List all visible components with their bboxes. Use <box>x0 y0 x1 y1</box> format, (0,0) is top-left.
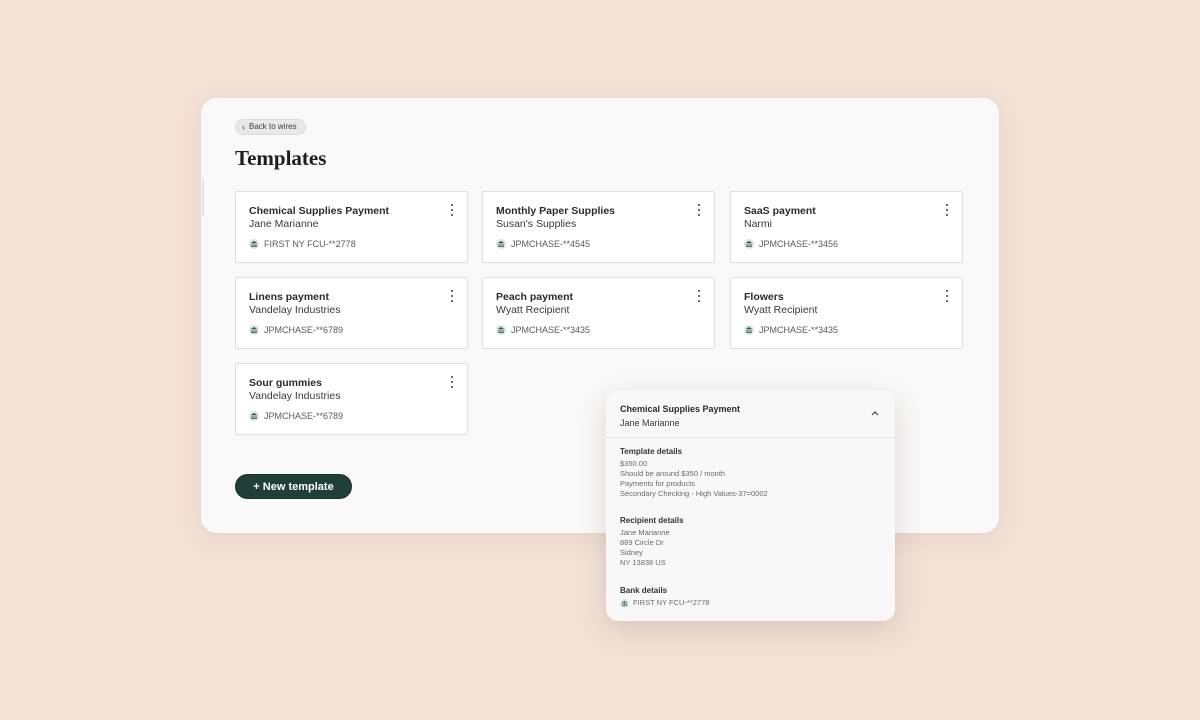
kebab-menu-icon[interactable] <box>944 290 950 302</box>
template-recipient: Wyatt Recipient <box>496 304 570 316</box>
bank-label: JPMCHASE-**3456 <box>759 239 839 249</box>
template-bank: JPMCHASE-**3435 <box>744 325 838 335</box>
template-recipient: Jane Marianne <box>249 218 319 230</box>
bank-icon <box>496 239 506 249</box>
template-card[interactable]: Flowers Wyatt Recipient JPMCHASE-**3435 <box>730 277 963 349</box>
bank-icon <box>249 325 259 335</box>
back-button-label: Back to wires <box>249 122 297 131</box>
template-card[interactable]: SaaS payment Narmi JPMCHASE-**3456 <box>730 191 963 263</box>
chevron-up-icon[interactable] <box>871 408 879 418</box>
new-template-button[interactable]: + New template <box>235 474 352 499</box>
template-title: Chemical Supplies Payment <box>249 205 390 217</box>
template-card[interactable]: Chemical Supplies Payment Jane Marianne … <box>235 191 468 263</box>
template-recipient: Vandelay Industries <box>249 390 341 402</box>
template-title: Peach payment <box>496 291 574 303</box>
template-recipient: Vandelay Industries <box>249 304 341 316</box>
template-account: Secondary Checking - High Values-37=0002 <box>620 489 768 498</box>
template-note: Should be around $350 / month <box>620 469 726 478</box>
page-title: Templates <box>235 146 327 170</box>
kebab-menu-icon[interactable] <box>944 204 950 216</box>
chevron-left-icon: ‹ <box>242 122 245 132</box>
recipient-city: Sidney <box>620 548 643 557</box>
template-card[interactable]: Monthly Paper Supplies Susan's Supplies … <box>482 191 715 263</box>
template-title: Monthly Paper Supplies <box>496 205 616 217</box>
bank-icon <box>496 325 506 335</box>
template-card[interactable]: Peach payment Wyatt Recipient JPMCHASE-*… <box>482 277 715 349</box>
template-memo: Payments for products <box>620 479 696 488</box>
detail-title: Chemical Supplies Payment <box>620 404 741 414</box>
kebab-menu-icon[interactable] <box>696 204 702 216</box>
template-bank: JPMCHASE-**6789 <box>249 325 343 335</box>
bank-icon <box>249 239 259 249</box>
template-recipient: Narmi <box>744 218 772 230</box>
detail-recipient: Jane Marianne <box>620 418 680 428</box>
kebab-menu-icon[interactable] <box>449 290 455 302</box>
detail-header[interactable]: Chemical Supplies Payment Jane Marianne <box>606 390 895 438</box>
template-recipient: Wyatt Recipient <box>744 304 818 316</box>
template-title: Linens payment <box>249 291 329 303</box>
bank-label: JPMCHASE-**6789 <box>264 325 344 335</box>
template-title: Flowers <box>744 291 784 303</box>
bank-details-heading: Bank details <box>620 586 668 595</box>
back-to-wires-button[interactable]: ‹ Back to wires <box>235 119 306 135</box>
template-title: Sour gummies <box>249 377 322 389</box>
kebab-menu-icon[interactable] <box>449 204 455 216</box>
recipient-street: 889 Circle Dr <box>620 538 664 547</box>
bank-label: JPMCHASE-**3435 <box>511 325 591 335</box>
detail-bank-label: FIRST NY FCU-**2778 <box>633 598 710 607</box>
template-bank: JPMCHASE-**4545 <box>496 239 590 249</box>
bank-label: JPMCHASE-**6789 <box>264 411 344 421</box>
recipient-name: Jane Marianne <box>620 528 670 537</box>
recipient-region: NY 13838 US <box>620 558 666 567</box>
kebab-menu-icon[interactable] <box>449 376 455 388</box>
detail-bank: FIRST NY FCU-**2778 <box>620 598 709 608</box>
template-title: SaaS payment <box>744 205 816 217</box>
kebab-menu-icon[interactable] <box>696 290 702 302</box>
bank-icon <box>620 598 629 608</box>
template-bank: FIRST NY FCU-**2778 <box>249 239 356 249</box>
recipient-details-heading: Recipient details <box>620 516 684 525</box>
bank-label: JPMCHASE-**3435 <box>759 325 839 335</box>
bank-label: JPMCHASE-**4545 <box>511 239 591 249</box>
window-edge-handle <box>202 178 204 216</box>
template-amount: $350.00 <box>620 459 648 468</box>
template-bank: JPMCHASE-**3456 <box>744 239 838 249</box>
bank-icon <box>249 411 259 421</box>
template-bank: JPMCHASE-**3435 <box>496 325 590 335</box>
template-recipient: Susan's Supplies <box>496 218 577 230</box>
template-card[interactable]: Linens payment Vandelay Industries JPMCH… <box>235 277 468 349</box>
bank-icon <box>744 325 754 335</box>
template-detail-panel: Chemical Supplies Payment Jane Marianne … <box>606 390 895 621</box>
template-card[interactable]: Sour gummies Vandelay Industries JPMCHAS… <box>235 363 468 435</box>
bank-label: FIRST NY FCU-**2778 <box>264 239 356 249</box>
template-bank: JPMCHASE-**6789 <box>249 411 343 421</box>
template-details-heading: Template details <box>620 447 683 456</box>
bank-icon <box>744 239 754 249</box>
